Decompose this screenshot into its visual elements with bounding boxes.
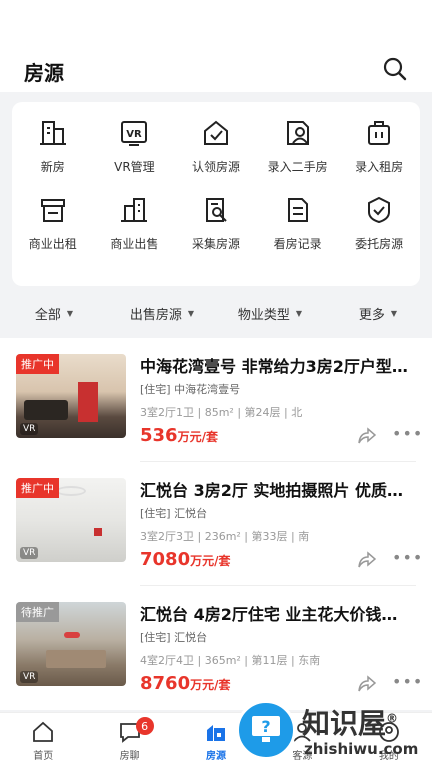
house-check-icon [203, 120, 228, 145]
house-icon [207, 724, 226, 741]
page-title: 房源 [24, 61, 64, 85]
filter-more[interactable]: 更多 ▼ [324, 304, 432, 323]
action-label: 认领房源 [191, 160, 240, 174]
office-building-icon [121, 198, 148, 222]
header: 房源 [0, 0, 432, 92]
price-unit: 万元/套 [177, 430, 218, 444]
svg-text:?: ? [261, 717, 270, 736]
filter-for-sale[interactable]: 出售房源 ▼ [108, 304, 216, 323]
vr-icon: VR [121, 121, 148, 146]
caret-down-icon: ▼ [66, 308, 74, 318]
unread-badge: 6 [135, 717, 154, 735]
doc-search-icon [205, 198, 227, 222]
action-label: VR管理 [114, 160, 155, 174]
action-label: 新房 [40, 160, 65, 174]
id-card-icon [286, 121, 309, 145]
action-collect-listing[interactable]: 采集房源 [175, 195, 257, 252]
building-icon [39, 121, 66, 145]
action-add-rental[interactable]: 录入租房 [338, 118, 420, 175]
vr-badge: VR [20, 671, 39, 683]
price-unit: 万元/套 [190, 678, 231, 692]
listing-meta: 4室2厅4卫 | 365m² | 第11层 | 东南 [140, 654, 321, 667]
listing-price: 536万元/套 [140, 425, 218, 446]
svg-text:VR: VR [127, 129, 143, 140]
listing-title: 汇悦台 3房2厅 实地拍摄照片 优质好房 [140, 481, 412, 500]
promo-badge: 推广中 [16, 354, 59, 374]
filter-label: 全部 [34, 307, 61, 323]
vr-badge: VR [20, 547, 39, 559]
listing-meta: 3室2厅3卫 | 236m² | 第33层 | 南 [140, 530, 310, 543]
filter-property-type[interactable]: 物业类型 ▼ [216, 304, 324, 323]
search-icon[interactable] [382, 56, 408, 82]
share-icon[interactable] [358, 675, 376, 693]
listing-meta: 3室2厅1卫 | 85m² | 第24层 | 北 [140, 406, 303, 419]
filter-all[interactable]: 全部 ▼ [0, 304, 108, 323]
listing-card[interactable]: 推广中 VR 汇悦台 3房2厅 实地拍摄照片 优质好房 [住宅] 汇悦台 3室2… [0, 462, 432, 586]
action-viewing-records[interactable]: 看房记录 [257, 195, 339, 252]
tab-label: 房源 [206, 750, 227, 762]
action-vr-manage[interactable]: VR VR管理 [94, 118, 176, 175]
tab-label: 首页 [33, 750, 54, 762]
quick-actions-grid: 新房 VR VR管理 认领房源 录入二手房 录入租房 商业出租 商业出售 采集房… [12, 118, 420, 252]
action-commercial-rent[interactable]: 商业出租 [12, 195, 94, 252]
action-label: 录入租房 [355, 160, 404, 174]
filter-bar: 全部 ▼ 出售房源 ▼ 物业类型 ▼ 更多 ▼ [0, 292, 432, 334]
caret-down-icon: ▼ [390, 308, 398, 318]
action-entrusted-listings[interactable]: 委托房源 [338, 195, 420, 252]
price-value: 536 [140, 425, 178, 446]
bag-icon [368, 121, 391, 145]
action-label: 委托房源 [355, 237, 404, 251]
more-icon[interactable]: ••• [392, 672, 423, 691]
shop-icon [40, 199, 65, 222]
more-icon[interactable]: ••• [392, 424, 423, 443]
listing-photo: 推广中 VR [16, 354, 126, 438]
quick-actions-card: 新房 VR VR管理 认领房源 录入二手房 录入租房 商业出租 商业出售 采集房… [12, 102, 420, 286]
filter-label: 出售房源 [129, 307, 182, 323]
pending-badge: 待推广 [16, 602, 59, 622]
caret-down-icon: ▼ [187, 308, 195, 318]
tab-label: 房聊 [119, 750, 140, 762]
action-new-house[interactable]: 新房 [12, 118, 94, 175]
doc-list-icon [287, 198, 308, 222]
action-label: 采集房源 [191, 237, 240, 251]
share-icon[interactable] [358, 427, 376, 445]
price-unit: 万元/套 [190, 554, 231, 568]
listing-community: [住宅] 汇悦台 [140, 631, 208, 644]
action-label: 商业出租 [28, 237, 77, 251]
shield-check-icon [368, 196, 391, 224]
action-add-resale[interactable]: 录入二手房 [257, 118, 339, 175]
help-monitor-icon: ? [236, 700, 296, 760]
watermark: ? 知识屋® zhishiwu.com [232, 696, 432, 768]
listing-title: 汇悦台 4房2厅住宅 业主花大价钱装修 [140, 605, 412, 624]
action-label: 看房记录 [273, 237, 322, 251]
caret-down-icon: ▼ [295, 308, 303, 318]
action-label: 商业出售 [110, 237, 159, 251]
share-icon[interactable] [358, 551, 376, 569]
action-claim-listing[interactable]: 认领房源 [175, 118, 257, 175]
listing-card[interactable]: 推广中 VR 中海花湾壹号 非常给力3房2厅户型方正 [住宅] 中海花湾壹号 3… [0, 338, 432, 462]
listing-title: 中海花湾壹号 非常给力3房2厅户型方正 [140, 357, 412, 376]
filter-label: 更多 [358, 307, 385, 323]
listing-photo: 待推广 VR [16, 602, 126, 686]
tab-chat[interactable]: 6 房聊 [86, 713, 172, 768]
watermark-text: 知识屋® [302, 707, 399, 740]
price-value: 7080 [140, 549, 191, 570]
promo-badge: 推广中 [16, 478, 59, 498]
filter-label: 物业类型 [237, 307, 290, 323]
listing-price: 8760万元/套 [140, 673, 231, 694]
vr-badge: VR [20, 423, 39, 435]
listing-community: [住宅] 中海花湾壹号 [140, 383, 241, 396]
listing-card[interactable]: 待推广 VR 汇悦台 4房2厅住宅 业主花大价钱装修 [住宅] 汇悦台 4室2厅… [0, 586, 432, 710]
listing-price: 7080万元/套 [140, 549, 231, 570]
price-value: 8760 [140, 673, 191, 694]
more-icon[interactable]: ••• [392, 548, 423, 567]
listing-community: [住宅] 汇悦台 [140, 507, 208, 520]
action-label: 录入二手房 [267, 160, 328, 174]
home-icon [33, 721, 54, 742]
listing-photo: 推广中 VR [16, 478, 126, 562]
action-commercial-sale[interactable]: 商业出售 [94, 195, 176, 252]
listing-list: 推广中 VR 中海花湾壹号 非常给力3房2厅户型方正 [住宅] 中海花湾壹号 3… [0, 338, 432, 710]
watermark-url: zhishiwu.com [304, 740, 419, 758]
tab-home[interactable]: 首页 [0, 713, 86, 768]
